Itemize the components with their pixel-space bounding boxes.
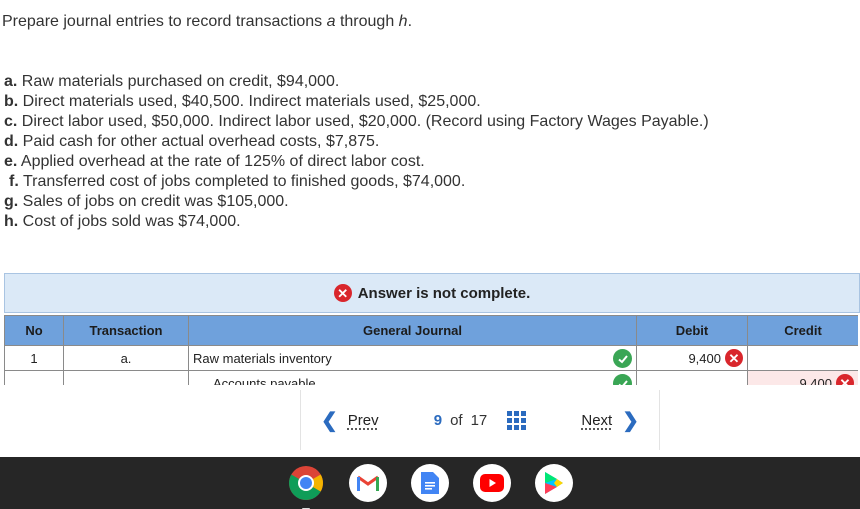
transaction-list: a. Raw materials purchased on credit, $9… [4, 72, 709, 232]
youtube-icon[interactable] [473, 464, 511, 502]
next-label: Next [581, 411, 613, 429]
chevron-left-icon: ❮ [321, 409, 338, 432]
credit-input[interactable] [747, 345, 858, 371]
journal-table: No Transaction General Journal Debit Cre… [4, 315, 858, 385]
chevron-right-icon: ❯ [622, 409, 639, 432]
col-header-general-journal: General Journal [188, 315, 637, 346]
transaction-item-f: f. Transferred cost of jobs completed to… [9, 173, 466, 190]
table-row: Accounts payable 9,400 ✕ [4, 370, 858, 386]
of-label: of [450, 411, 463, 429]
transaction-item-b: b. Direct materials used, $40,500. Indir… [4, 93, 481, 110]
transaction-item-e: e. Applied overhead at the rate of 125% … [4, 153, 425, 170]
col-header-credit: Credit [747, 315, 858, 346]
play-store-icon[interactable] [535, 464, 573, 502]
col-header-debit: Debit [636, 315, 748, 346]
current-question: 9 [433, 411, 443, 429]
transaction-item-c: c. Direct labor used, $50,000. Indirect … [4, 113, 709, 130]
journal-header-row: No Transaction General Journal Debit Cre… [4, 315, 858, 346]
table-row: 1 a. Raw materials inventory 9,400 ✕ [4, 345, 858, 371]
row-number [4, 370, 64, 385]
col-header-transaction: Transaction [63, 315, 189, 346]
question-pager: ❮ Prev 9 of 17 Next ❯ [300, 390, 660, 450]
docs-icon[interactable] [411, 464, 449, 502]
transaction-select[interactable]: a. [63, 345, 189, 371]
answer-status-banner: ✕ Answer is not complete. [4, 273, 860, 313]
debit-input[interactable] [636, 370, 748, 385]
account-select[interactable]: Raw materials inventory [188, 345, 637, 371]
question-count[interactable]: 9 of 17 [433, 410, 527, 430]
check-icon [613, 374, 632, 385]
gmail-icon[interactable] [349, 464, 387, 502]
transaction-item-g: g. Sales of jobs on credit was $105,000. [4, 193, 289, 210]
debit-amount: 9,400 [688, 350, 721, 366]
transaction-select[interactable] [63, 370, 189, 385]
x-circle-icon: ✕ [836, 374, 854, 385]
os-shelf [0, 457, 860, 509]
prev-label: Prev [347, 411, 379, 429]
account-select[interactable]: Accounts payable [188, 370, 637, 386]
debit-input[interactable]: 9,400 ✕ [636, 345, 748, 371]
check-icon [613, 349, 632, 368]
transaction-item-d: d. Paid cash for other actual overhead c… [4, 133, 380, 150]
answer-status-text: Answer is not complete. [357, 284, 531, 302]
credit-amount: 9,400 [799, 375, 832, 386]
total-questions: 17 [470, 411, 488, 429]
col-header-no: No [4, 315, 64, 346]
prev-button[interactable]: ❮ Prev [321, 408, 379, 433]
grid-icon[interactable] [507, 410, 527, 430]
account-name: Accounts payable [213, 375, 316, 386]
x-circle-icon: ✕ [725, 349, 743, 367]
account-name: Raw materials inventory [193, 350, 332, 366]
x-circle-icon: ✕ [333, 284, 352, 302]
next-button[interactable]: Next ❯ [581, 408, 639, 433]
credit-input[interactable]: 9,400 ✕ [747, 370, 858, 386]
transaction-item-h: h. Cost of jobs sold was $74,000. [4, 213, 241, 230]
chrome-icon[interactable] [287, 464, 325, 509]
row-number: 1 [4, 345, 64, 371]
question-prompt: Prepare journal entries to record transa… [2, 13, 413, 30]
transaction-item-a: a. Raw materials purchased on credit, $9… [4, 73, 340, 90]
